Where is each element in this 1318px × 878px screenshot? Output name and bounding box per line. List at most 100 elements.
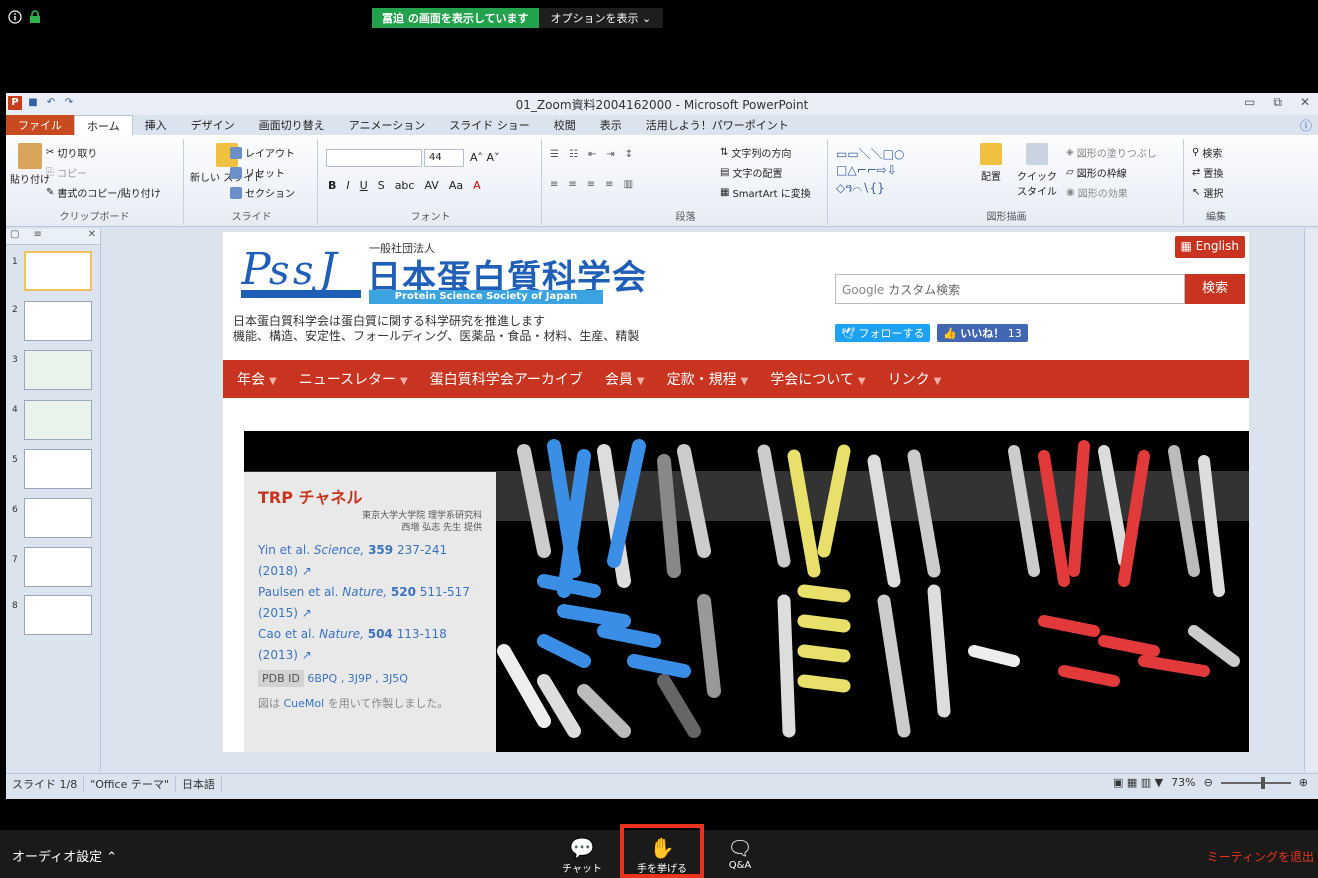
select-button[interactable]: ↖ 選択: [1192, 185, 1223, 200]
reference-link[interactable]: Cao et al. Nature, 504 113-118 (2013) ↗: [258, 624, 482, 666]
font-size-input[interactable]: 44: [424, 149, 464, 167]
section-button[interactable]: セクション: [230, 185, 295, 200]
list-buttons[interactable]: ☰ ☷ ⇤ ⇥ ↕: [550, 149, 633, 160]
minimize-icon[interactable]: ▭: [1244, 95, 1255, 110]
section-icon: [230, 186, 242, 199]
tab-file[interactable]: ファイル: [6, 115, 74, 135]
language[interactable]: 日本語: [176, 775, 222, 792]
facebook-like-button[interactable]: 👍 いいね！ 13: [937, 324, 1028, 342]
shape-effects-button[interactable]: ◉ 図形の効果: [1066, 185, 1128, 200]
help-icon[interactable]: ⓘ: [1300, 117, 1312, 134]
english-button[interactable]: ▦ English: [1174, 236, 1245, 258]
view-buttons[interactable]: ▣ ▦ ▥ ▼: [1113, 776, 1163, 789]
search-input[interactable]: Google カスタム検索: [835, 274, 1185, 304]
layout-button[interactable]: レイアウト: [230, 145, 295, 160]
reset-icon: [230, 166, 242, 179]
slide-thumbnail[interactable]: [24, 498, 92, 538]
nav-annual-meeting[interactable]: 年会 ▼: [237, 369, 277, 389]
twitter-icon: 🕊: [841, 327, 855, 340]
align-buttons[interactable]: ≡ ≡ ≡ ≡ ▥: [550, 179, 633, 190]
format-painter-button[interactable]: ✎ 書式のコピー/貼り付け: [46, 185, 161, 200]
slide-thumbnail[interactable]: [24, 449, 92, 489]
tab-slideshow[interactable]: スライド ショー: [437, 115, 542, 135]
find-button[interactable]: ⚲ 検索: [1192, 145, 1222, 160]
tab-transitions[interactable]: 画面切り替え: [247, 115, 337, 135]
nav-newsletter[interactable]: ニュースレター ▼: [299, 369, 408, 389]
zoom-out-icon[interactable]: ⊖: [1204, 776, 1213, 789]
lock-icon[interactable]: [28, 10, 42, 24]
smartart-button[interactable]: ▦ SmartArt に変換: [720, 185, 811, 200]
slides-tab-icon[interactable]: ▢: [10, 229, 19, 244]
slide-thumbnail[interactable]: [24, 595, 92, 635]
align-text-button[interactable]: ▤ 文字の配置: [720, 165, 782, 180]
outline-tab-icon[interactable]: ≡: [33, 229, 41, 244]
tab-home[interactable]: ホーム: [74, 115, 133, 135]
shapes-gallery-row3[interactable]: ◇ዓ⌒∖{}: [836, 181, 885, 196]
zoom-share-topbar: 冨迫 の画面を表示しています オプションを表示 ⌄: [0, 0, 1318, 92]
cuemol-link[interactable]: CueMol: [284, 697, 325, 710]
cut-button[interactable]: ✂ 切り取り: [46, 145, 97, 160]
tab-insert[interactable]: 挿入: [133, 115, 179, 135]
tab-animations[interactable]: アニメーション: [337, 115, 438, 135]
banner-info-box: TRP チャネル 東京大学大学院 理学系研究科 西増 弘志 先生 提供 Yin …: [244, 472, 496, 752]
reference-link[interactable]: Yin et al. Science, 359 237-241 (2018) ↗: [258, 540, 482, 582]
twitter-follow-button[interactable]: 🕊 フォローする: [835, 324, 931, 342]
slide-thumbnail[interactable]: [24, 547, 92, 587]
copy-button[interactable]: ⎘ コピー: [46, 165, 87, 180]
paste-button[interactable]: 貼り付け: [10, 143, 50, 186]
view-options-button[interactable]: オプションを表示 ⌄: [538, 8, 664, 28]
nav-links[interactable]: リンク ▼: [888, 369, 942, 389]
zoom-slider[interactable]: [1220, 776, 1291, 789]
nav-rules[interactable]: 定款・規程 ▼: [667, 369, 749, 389]
text-direction-button[interactable]: ⇅ 文字列の方向: [720, 145, 791, 160]
ribbon-tabs: ファイル ホーム 挿入 デザイン 画面切り替え アニメーション スライド ショー…: [6, 115, 1318, 135]
ribbon: 貼り付け ✂ 切り取り ⎘ コピー ✎ 書式のコピー/貼り付け クリップボード 新しい…: [6, 135, 1318, 227]
nav-about[interactable]: 学会について ▼: [770, 369, 865, 389]
group-paragraph: ☰ ☷ ⇤ ⇥ ↕ ⇅ 文字列の方向 ▤ 文字の配置 ▦ SmartArt に変換 ≡ ≡ ≡ ≡ ▥…: [544, 139, 828, 225]
zoom-in-icon[interactable]: ⊕: [1299, 776, 1308, 789]
restore-icon[interactable]: ⧉: [1273, 95, 1282, 110]
tab-design[interactable]: デザイン: [179, 115, 247, 135]
tab-addin[interactable]: 活用しよう！パワーポイント: [634, 115, 801, 135]
slide-thumbnail[interactable]: [24, 301, 92, 341]
align-text-icon: ▤: [720, 167, 730, 178]
shapes-gallery-row2[interactable]: □△⌐⌐⇨⇩: [836, 163, 897, 177]
search-button[interactable]: 検索: [1185, 274, 1245, 304]
reset-button[interactable]: リセット: [230, 165, 285, 180]
tab-review[interactable]: 校閲: [542, 115, 588, 135]
audio-settings-button[interactable]: オーディオ設定 ⌃: [12, 846, 117, 865]
shape-outline-button[interactable]: ▱ 図形の枠線: [1066, 165, 1127, 180]
binoculars-icon: ⚲: [1192, 147, 1200, 158]
arrange-button[interactable]: 配置: [980, 143, 1002, 183]
slide-thumbnail[interactable]: [24, 350, 92, 390]
zoom-level[interactable]: 73%: [1171, 776, 1195, 789]
trp-channel-banner: TRP チャネル 東京大学大学院 理学系研究科 西増 弘志 先生 提供 Yin …: [244, 431, 1249, 752]
tab-view[interactable]: 表示: [588, 115, 634, 135]
slide[interactable]: P s s J 一般社団法人 日本蛋白質科学会 Protein Science …: [223, 232, 1249, 752]
replace-button[interactable]: ⇄ 置換: [1192, 165, 1223, 180]
zoom-slider-thumb[interactable]: [1260, 776, 1265, 789]
slide-thumbnail[interactable]: [24, 251, 92, 291]
shape-fill-button[interactable]: ◈ 図形の塗りつぶし: [1066, 145, 1157, 160]
nav-archive[interactable]: 蛋白質科学会アーカイブ: [430, 369, 583, 389]
slide-thumbnail[interactable]: [24, 400, 92, 440]
reference-link[interactable]: Paulsen et al. Nature, 520 511-517 (2015)…: [258, 582, 482, 624]
quick-style-button[interactable]: クイック スタイル: [1016, 143, 1058, 198]
qa-button[interactable]: 🗨 Q&A: [710, 836, 770, 871]
vertical-scrollbar[interactable]: [1304, 229, 1318, 771]
font-name-input[interactable]: [326, 149, 422, 167]
close-pane-icon[interactable]: ✕: [88, 229, 100, 244]
svg-text:J: J: [311, 244, 339, 295]
font-format-buttons[interactable]: B I U Sabc AV Aa A: [328, 179, 481, 192]
leave-meeting-button[interactable]: ミーティングを退出: [1207, 848, 1314, 865]
shapes-gallery[interactable]: ▭▭＼＼□○: [836, 145, 905, 162]
info-icon[interactable]: [8, 10, 22, 24]
chat-button[interactable]: 💬 チャット: [552, 836, 612, 875]
scissors-icon: ✂: [46, 147, 55, 158]
nav-members[interactable]: 会員 ▼: [605, 369, 645, 389]
title-bar: P ■ ↶ ↷ 01_Zoom資料2004162000 - Microsoft …: [6, 93, 1318, 115]
close-icon[interactable]: ✕: [1300, 95, 1310, 110]
sharing-status: 冨迫 の画面を表示しています: [372, 8, 539, 28]
grow-font-icon[interactable]: A˄ A˅: [470, 151, 500, 164]
pdb-ids[interactable]: PDB ID 6BPQ , 3J9P , 3J5Q: [258, 670, 482, 687]
